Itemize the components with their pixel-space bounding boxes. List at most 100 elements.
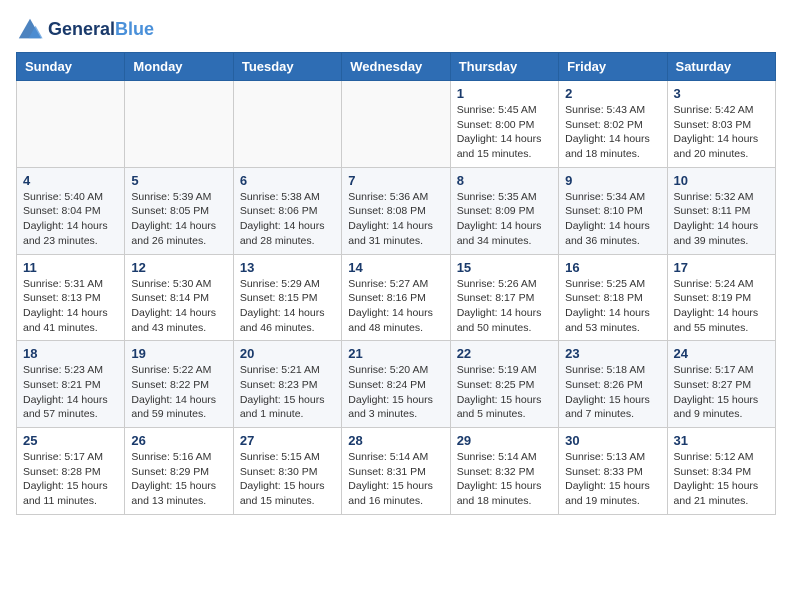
day-info: Sunrise: 5:35 AM Sunset: 8:09 PM Dayligh… xyxy=(457,190,552,249)
calendar-cell: 20Sunrise: 5:21 AM Sunset: 8:23 PM Dayli… xyxy=(233,341,341,428)
day-info: Sunrise: 5:32 AM Sunset: 8:11 PM Dayligh… xyxy=(674,190,769,249)
calendar-cell xyxy=(125,81,233,168)
logo-icon xyxy=(16,16,44,44)
day-number: 9 xyxy=(565,173,660,188)
day-info: Sunrise: 5:38 AM Sunset: 8:06 PM Dayligh… xyxy=(240,190,335,249)
day-info: Sunrise: 5:22 AM Sunset: 8:22 PM Dayligh… xyxy=(131,363,226,422)
day-number: 8 xyxy=(457,173,552,188)
calendar-week-4: 25 Sunrise: 5:17 AM Sunset: 8:28 PM Dayli… xyxy=(17,428,776,515)
calendar-cell: 31 Sunrise: 5:12 AM Sunset: 8:34 PM Dayli… xyxy=(667,428,775,515)
day-header-saturday: Saturday xyxy=(667,53,775,81)
calendar-cell: 10 Sunrise: 5:32 AM Sunset: 8:11 PM Dayli… xyxy=(667,167,775,254)
day-number: 29 xyxy=(457,433,552,448)
calendar-cell: 25 Sunrise: 5:17 AM Sunset: 8:28 PM Dayli… xyxy=(17,428,125,515)
day-number: 12 xyxy=(131,260,226,275)
day-info: Sunrise: 5:12 AM Sunset: 8:34 PM Dayligh… xyxy=(674,450,769,509)
calendar-cell: 2 Sunrise: 5:43 AM Sunset: 8:02 PM Daylig… xyxy=(559,81,667,168)
day-header-sunday: Sunday xyxy=(17,53,125,81)
day-number: 11 xyxy=(23,260,118,275)
calendar-table: SundayMondayTuesdayWednesdayThursdayFrid… xyxy=(16,52,776,515)
calendar-cell: 1 Sunrise: 5:45 AM Sunset: 8:00 PM Daylig… xyxy=(450,81,558,168)
calendar-cell xyxy=(17,81,125,168)
calendar-cell: 9 Sunrise: 5:34 AM Sunset: 8:10 PM Daylig… xyxy=(559,167,667,254)
day-info: Sunrise: 5:17 AM Sunset: 8:28 PM Dayligh… xyxy=(23,450,118,509)
day-info: Sunrise: 5:14 AM Sunset: 8:32 PM Dayligh… xyxy=(457,450,552,509)
day-number: 19 xyxy=(131,346,226,361)
day-number: 1 xyxy=(457,86,552,101)
calendar-header-row: SundayMondayTuesdayWednesdayThursdayFrid… xyxy=(17,53,776,81)
day-info: Sunrise: 5:17 AM Sunset: 8:27 PM Dayligh… xyxy=(674,363,769,422)
day-info: Sunrise: 5:34 AM Sunset: 8:10 PM Dayligh… xyxy=(565,190,660,249)
day-header-friday: Friday xyxy=(559,53,667,81)
day-info: Sunrise: 5:24 AM Sunset: 8:19 PM Dayligh… xyxy=(674,277,769,336)
calendar-cell: 28 Sunrise: 5:14 AM Sunset: 8:31 PM Dayli… xyxy=(342,428,450,515)
day-number: 25 xyxy=(23,433,118,448)
calendar-cell: 17Sunrise: 5:24 AM Sunset: 8:19 PM Dayli… xyxy=(667,254,775,341)
calendar-cell: 6 Sunrise: 5:38 AM Sunset: 8:06 PM Daylig… xyxy=(233,167,341,254)
day-number: 14 xyxy=(348,260,443,275)
calendar-cell: 23Sunrise: 5:18 AM Sunset: 8:26 PM Dayli… xyxy=(559,341,667,428)
day-number: 13 xyxy=(240,260,335,275)
calendar-cell: 11 Sunrise: 5:31 AM Sunset: 8:13 PM Dayli… xyxy=(17,254,125,341)
logo-text: GeneralBlue xyxy=(48,20,154,40)
day-info: Sunrise: 5:26 AM Sunset: 8:17 PM Dayligh… xyxy=(457,277,552,336)
calendar-cell: 14Sunrise: 5:27 AM Sunset: 8:16 PM Dayli… xyxy=(342,254,450,341)
calendar-cell: 26 Sunrise: 5:16 AM Sunset: 8:29 PM Dayli… xyxy=(125,428,233,515)
calendar-cell: 29 Sunrise: 5:14 AM Sunset: 8:32 PM Dayli… xyxy=(450,428,558,515)
day-header-wednesday: Wednesday xyxy=(342,53,450,81)
day-info: Sunrise: 5:20 AM Sunset: 8:24 PM Dayligh… xyxy=(348,363,443,422)
day-info: Sunrise: 5:42 AM Sunset: 8:03 PM Dayligh… xyxy=(674,103,769,162)
day-number: 4 xyxy=(23,173,118,188)
calendar-cell: 4Sunrise: 5:40 AM Sunset: 8:04 PM Daylig… xyxy=(17,167,125,254)
day-number: 31 xyxy=(674,433,769,448)
calendar-cell: 24 Sunrise: 5:17 AM Sunset: 8:27 PM Dayli… xyxy=(667,341,775,428)
calendar-cell: 22 Sunrise: 5:19 AM Sunset: 8:25 PM Dayli… xyxy=(450,341,558,428)
day-number: 26 xyxy=(131,433,226,448)
day-number: 3 xyxy=(674,86,769,101)
day-header-thursday: Thursday xyxy=(450,53,558,81)
day-number: 30 xyxy=(565,433,660,448)
day-number: 21 xyxy=(348,346,443,361)
day-number: 27 xyxy=(240,433,335,448)
calendar-cell: 5Sunrise: 5:39 AM Sunset: 8:05 PM Daylig… xyxy=(125,167,233,254)
day-number: 28 xyxy=(348,433,443,448)
day-info: Sunrise: 5:14 AM Sunset: 8:31 PM Dayligh… xyxy=(348,450,443,509)
day-number: 2 xyxy=(565,86,660,101)
day-number: 18 xyxy=(23,346,118,361)
day-info: Sunrise: 5:23 AM Sunset: 8:21 PM Dayligh… xyxy=(23,363,118,422)
day-number: 7 xyxy=(348,173,443,188)
day-number: 10 xyxy=(674,173,769,188)
calendar-cell: 21 Sunrise: 5:20 AM Sunset: 8:24 PM Dayli… xyxy=(342,341,450,428)
day-info: Sunrise: 5:15 AM Sunset: 8:30 PM Dayligh… xyxy=(240,450,335,509)
calendar-week-1: 4Sunrise: 5:40 AM Sunset: 8:04 PM Daylig… xyxy=(17,167,776,254)
calendar-cell: 12 Sunrise: 5:30 AM Sunset: 8:14 PM Dayli… xyxy=(125,254,233,341)
calendar-cell: 16 Sunrise: 5:25 AM Sunset: 8:18 PM Dayli… xyxy=(559,254,667,341)
day-number: 22 xyxy=(457,346,552,361)
day-header-tuesday: Tuesday xyxy=(233,53,341,81)
day-number: 24 xyxy=(674,346,769,361)
day-info: Sunrise: 5:13 AM Sunset: 8:33 PM Dayligh… xyxy=(565,450,660,509)
page-header: GeneralBlue xyxy=(16,16,776,44)
day-header-monday: Monday xyxy=(125,53,233,81)
day-info: Sunrise: 5:25 AM Sunset: 8:18 PM Dayligh… xyxy=(565,277,660,336)
day-info: Sunrise: 5:16 AM Sunset: 8:29 PM Dayligh… xyxy=(131,450,226,509)
day-info: Sunrise: 5:45 AM Sunset: 8:00 PM Dayligh… xyxy=(457,103,552,162)
calendar-cell: 3 Sunrise: 5:42 AM Sunset: 8:03 PM Daylig… xyxy=(667,81,775,168)
calendar-cell: 30 Sunrise: 5:13 AM Sunset: 8:33 PM Dayli… xyxy=(559,428,667,515)
calendar-cell: 8 Sunrise: 5:35 AM Sunset: 8:09 PM Daylig… xyxy=(450,167,558,254)
day-info: Sunrise: 5:39 AM Sunset: 8:05 PM Dayligh… xyxy=(131,190,226,249)
day-number: 6 xyxy=(240,173,335,188)
day-info: Sunrise: 5:30 AM Sunset: 8:14 PM Dayligh… xyxy=(131,277,226,336)
day-number: 16 xyxy=(565,260,660,275)
day-info: Sunrise: 5:43 AM Sunset: 8:02 PM Dayligh… xyxy=(565,103,660,162)
calendar-cell xyxy=(233,81,341,168)
calendar-cell xyxy=(342,81,450,168)
calendar-cell: 13Sunrise: 5:29 AM Sunset: 8:15 PM Dayli… xyxy=(233,254,341,341)
day-number: 20 xyxy=(240,346,335,361)
day-info: Sunrise: 5:31 AM Sunset: 8:13 PM Dayligh… xyxy=(23,277,118,336)
day-info: Sunrise: 5:36 AM Sunset: 8:08 PM Dayligh… xyxy=(348,190,443,249)
day-info: Sunrise: 5:19 AM Sunset: 8:25 PM Dayligh… xyxy=(457,363,552,422)
day-info: Sunrise: 5:18 AM Sunset: 8:26 PM Dayligh… xyxy=(565,363,660,422)
calendar-cell: 27 Sunrise: 5:15 AM Sunset: 8:30 PM Dayli… xyxy=(233,428,341,515)
day-number: 15 xyxy=(457,260,552,275)
